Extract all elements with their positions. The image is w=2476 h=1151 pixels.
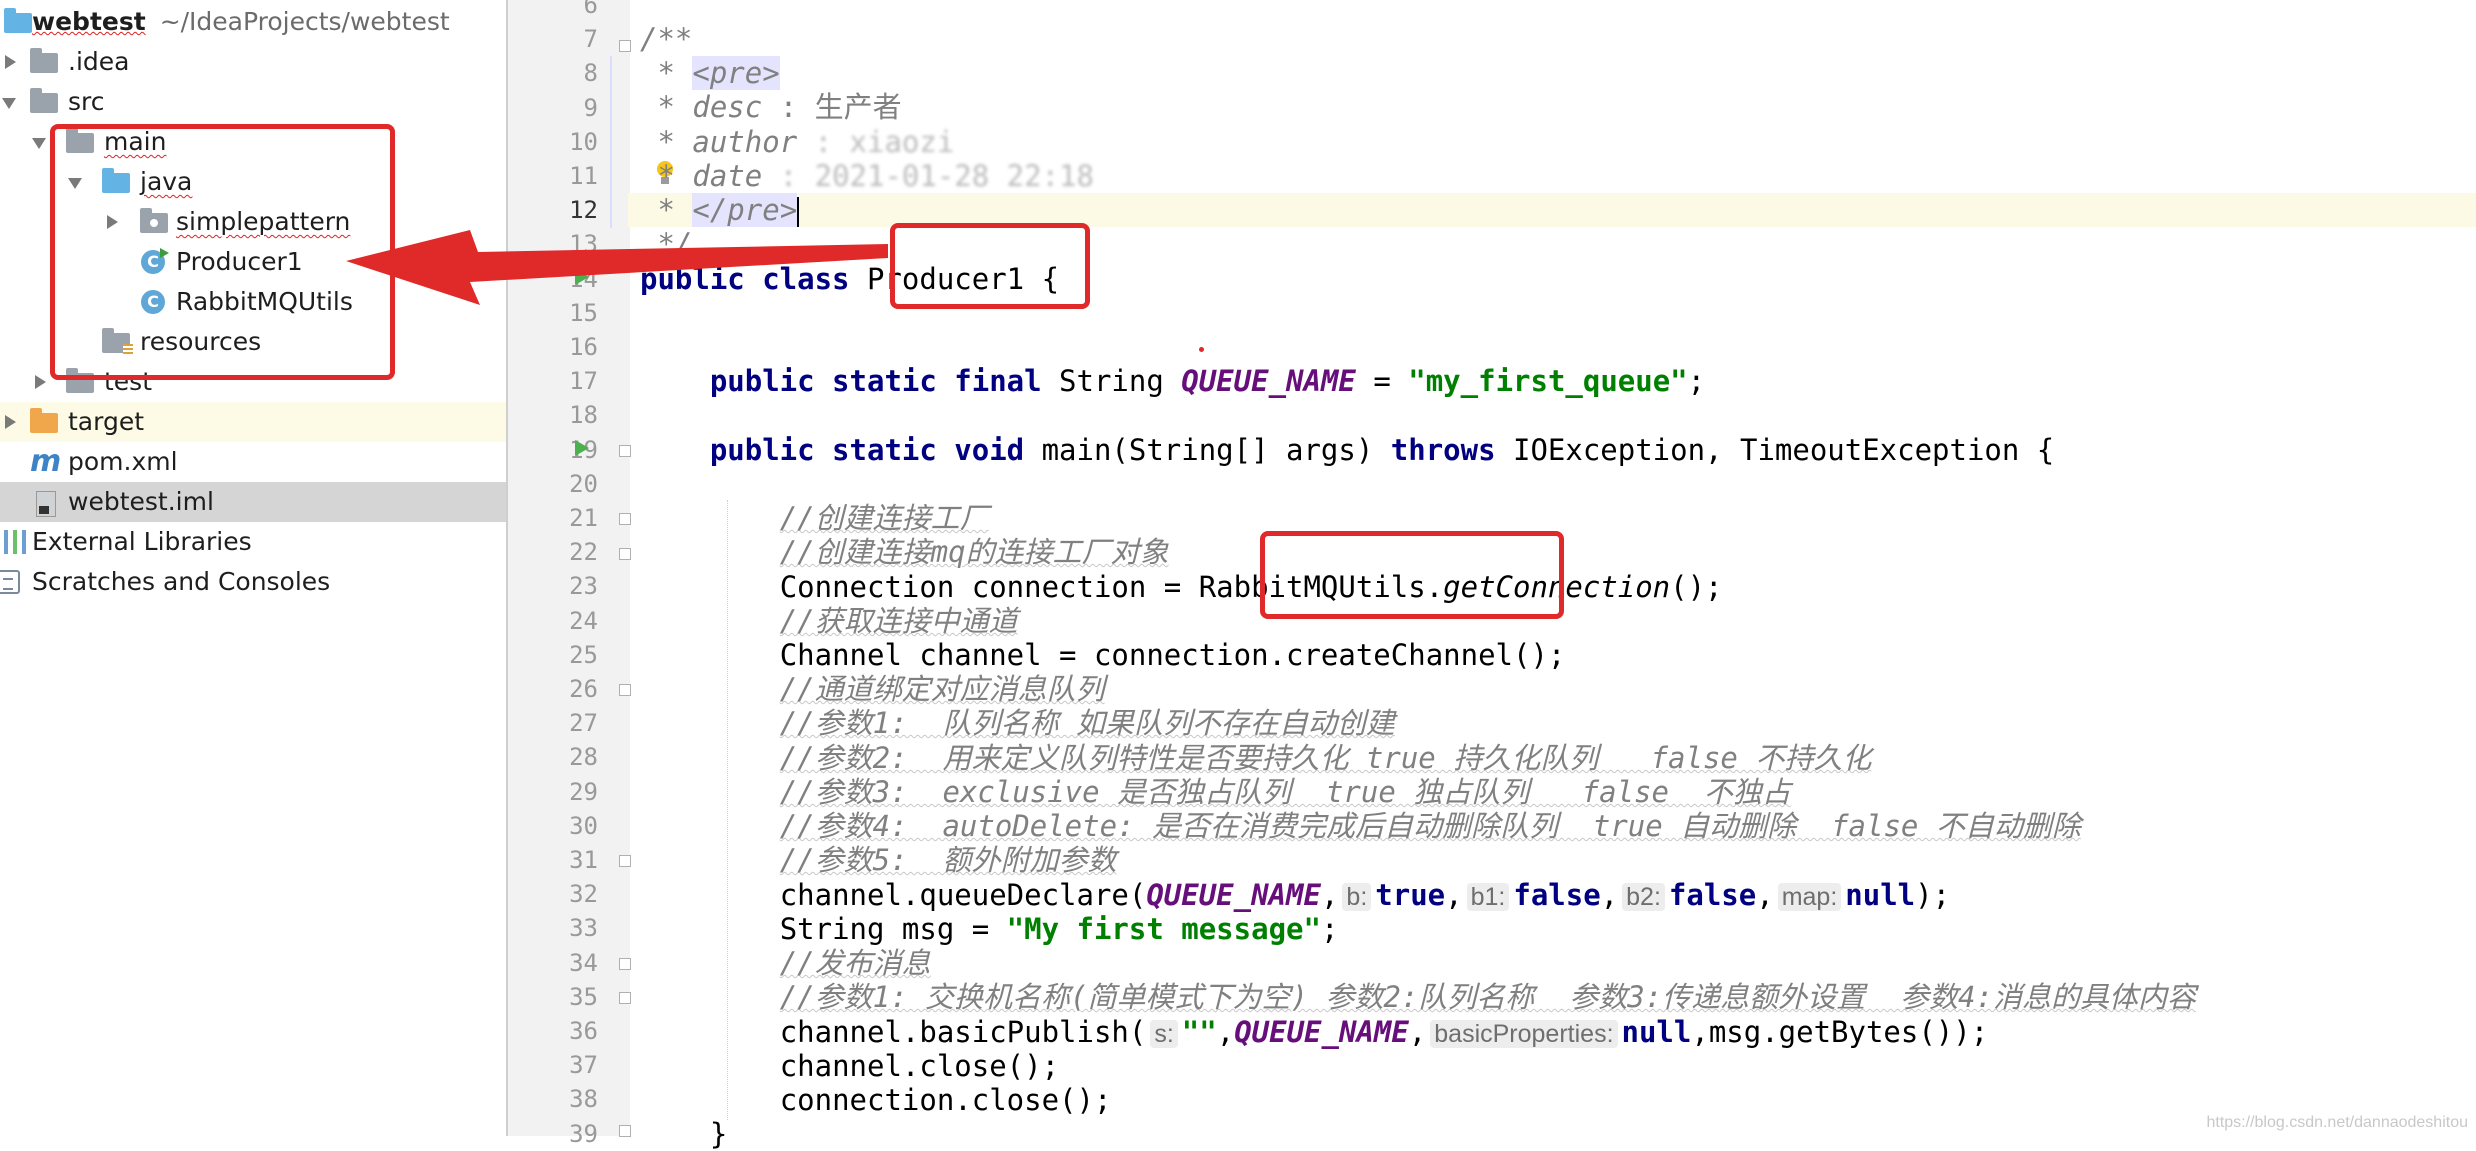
annotation-arrow-shape (346, 230, 888, 305)
watermark: https://blog.csdn.net/dannaodeshitou (2206, 1114, 2468, 1131)
annotation-dot (1199, 347, 1204, 352)
annotation-arrow (346, 230, 888, 305)
